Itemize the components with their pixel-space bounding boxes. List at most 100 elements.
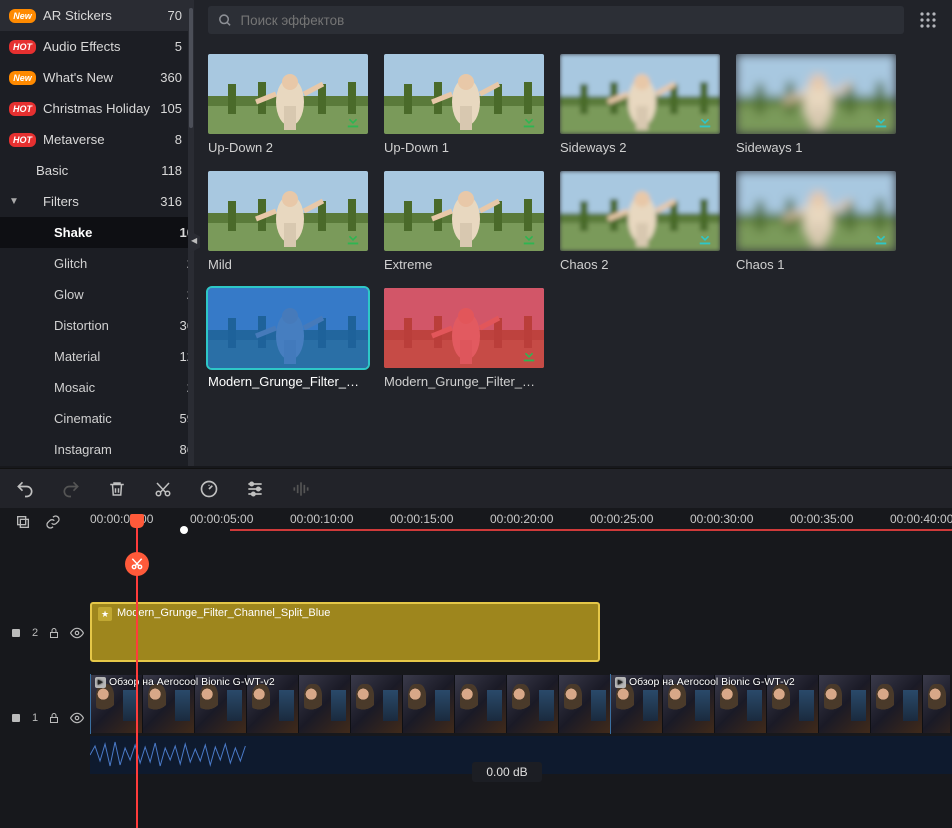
effect-label: Mild bbox=[208, 257, 368, 272]
eye-icon[interactable] bbox=[70, 711, 84, 725]
download-icon[interactable] bbox=[520, 229, 538, 247]
sidebar-sub-cinematic[interactable]: Cinematic59 bbox=[0, 403, 194, 434]
hot-badge: HOT bbox=[9, 40, 36, 54]
scissors-icon[interactable] bbox=[152, 478, 174, 500]
sidebar-sub-label: Material bbox=[54, 349, 180, 364]
copy-icon[interactable] bbox=[14, 513, 32, 531]
time-tick: 00:00:20:00 bbox=[490, 512, 553, 526]
effect-card[interactable]: Up-Down 2 bbox=[208, 54, 368, 155]
timeline-toolbar bbox=[0, 468, 952, 508]
sidebar-item-count: 118 bbox=[161, 163, 182, 178]
sidebar-item-christmas-holiday[interactable]: HOTChristmas Holiday105 bbox=[0, 93, 194, 124]
track-icon bbox=[10, 712, 22, 724]
track-effect[interactable]: 2 ★ Modern_Grunge_Filter_Channel_Split_B… bbox=[0, 600, 952, 666]
search-effects[interactable] bbox=[208, 6, 904, 34]
audio-db-label[interactable]: 0.00 dB bbox=[472, 762, 542, 782]
sidebar-sub-count: 2 bbox=[187, 256, 194, 271]
sidebar-sub-shake[interactable]: Shake10 bbox=[0, 217, 194, 248]
sidebar-sub-label: Mosaic bbox=[54, 380, 187, 395]
sidebar-sub-mosaic[interactable]: Mosaic2 bbox=[0, 372, 194, 403]
search-input[interactable] bbox=[241, 13, 895, 28]
sidebar-sub-count: 12 bbox=[180, 349, 194, 364]
effect-label: Chaos 2 bbox=[560, 257, 720, 272]
effect-thumbnail[interactable] bbox=[384, 54, 544, 134]
effect-card[interactable]: Chaos 1 bbox=[736, 171, 896, 272]
star-icon: ★ bbox=[98, 607, 112, 621]
sidebar-item-count: 316 bbox=[160, 194, 182, 209]
effect-card[interactable]: Mild bbox=[208, 171, 368, 272]
hot-badge: HOT bbox=[9, 102, 36, 116]
effect-thumbnail[interactable] bbox=[736, 171, 896, 251]
effect-card[interactable]: Modern_Grunge_Filter_Channel_Split_Blue bbox=[208, 288, 368, 389]
download-icon[interactable] bbox=[872, 112, 890, 130]
lock-icon[interactable] bbox=[48, 712, 60, 724]
download-icon[interactable] bbox=[696, 229, 714, 247]
download-icon[interactable] bbox=[344, 112, 362, 130]
sidebar: NewAR Stickers70HOTAudio Effects5NewWhat… bbox=[0, 0, 194, 466]
sidebar-sub-label: Instagram bbox=[54, 442, 180, 457]
download-icon[interactable] bbox=[872, 229, 890, 247]
track-label: 2 bbox=[32, 627, 38, 639]
effect-card[interactable]: Sideways 1 bbox=[736, 54, 896, 155]
sidebar-item-audio-effects[interactable]: HOTAudio Effects5 bbox=[0, 31, 194, 62]
effect-card[interactable]: Sideways 2 bbox=[560, 54, 720, 155]
sidebar-item-basic[interactable]: Basic118 bbox=[0, 155, 194, 186]
sidebar-sub-label: Cinematic bbox=[54, 411, 180, 426]
adjustments-icon[interactable] bbox=[244, 478, 266, 500]
effect-card[interactable]: Extreme bbox=[384, 171, 544, 272]
eye-icon[interactable] bbox=[70, 626, 84, 640]
track-video[interactable]: 1 ▶Обзор на Aerocool Bionic G-WT-v2 ▶Обз… bbox=[0, 670, 952, 766]
chevron-down-icon: ▼ bbox=[9, 196, 19, 207]
effect-thumbnail[interactable] bbox=[384, 288, 544, 368]
playhead[interactable] bbox=[136, 516, 138, 828]
redo-icon[interactable] bbox=[60, 478, 82, 500]
sidebar-item-count: 8 bbox=[175, 132, 182, 147]
effect-thumbnail[interactable] bbox=[384, 171, 544, 251]
effect-thumbnail[interactable] bbox=[560, 54, 720, 134]
sidebar-sub-glitch[interactable]: Glitch2 bbox=[0, 248, 194, 279]
effect-label: Extreme bbox=[384, 257, 544, 272]
sidebar-sub-material[interactable]: Material12 bbox=[0, 341, 194, 372]
sidebar-item-what-s-new[interactable]: NewWhat's New360 bbox=[0, 62, 194, 93]
effect-clip[interactable]: ★ Modern_Grunge_Filter_Channel_Split_Blu… bbox=[90, 602, 600, 662]
sidebar-item-label: Basic bbox=[36, 163, 161, 178]
video-clip[interactable]: ▶Обзор на Aerocool Bionic G-WT-v2 bbox=[610, 674, 950, 734]
link-icon[interactable] bbox=[44, 513, 62, 531]
sidebar-sub-distortion[interactable]: Distortion36 bbox=[0, 310, 194, 341]
sidebar-scrollbar-thumb[interactable] bbox=[189, 8, 193, 128]
download-icon[interactable] bbox=[520, 112, 538, 130]
sidebar-item-label: Christmas Holiday bbox=[43, 101, 160, 116]
sidebar-item-label: Filters bbox=[43, 194, 160, 209]
sidebar-item-ar-stickers[interactable]: NewAR Stickers70 bbox=[0, 0, 194, 31]
effect-thumbnail[interactable] bbox=[560, 171, 720, 251]
effect-thumbnail[interactable] bbox=[208, 54, 368, 134]
sidebar-sub-instagram[interactable]: Instagram86 bbox=[0, 434, 194, 465]
undo-icon[interactable] bbox=[14, 478, 36, 500]
effect-card[interactable]: Modern_Grunge_Filter_Channel_Split_Red bbox=[384, 288, 544, 389]
lock-icon[interactable] bbox=[48, 627, 60, 639]
sidebar-item-metaverse[interactable]: HOTMetaverse8 bbox=[0, 124, 194, 155]
sidebar-sub-glow[interactable]: Glow2 bbox=[0, 279, 194, 310]
time-tick: 00:00:25:00 bbox=[590, 512, 653, 526]
audio-wave-icon[interactable] bbox=[290, 478, 312, 500]
effect-card[interactable]: Up-Down 1 bbox=[384, 54, 544, 155]
sidebar-item-filters[interactable]: ▼ Filters316 bbox=[0, 186, 194, 217]
delete-icon[interactable] bbox=[106, 478, 128, 500]
effect-thumbnail[interactable] bbox=[736, 54, 896, 134]
sidebar-sub-label: Shake bbox=[54, 225, 180, 240]
download-icon[interactable] bbox=[696, 112, 714, 130]
time-ruler[interactable]: 00:00:00:0000:00:05:0000:00:10:0000:00:1… bbox=[86, 508, 952, 536]
effect-card[interactable]: Chaos 2 bbox=[560, 171, 720, 272]
download-icon[interactable] bbox=[520, 346, 538, 364]
grid-view-icon[interactable] bbox=[918, 10, 938, 30]
effect-thumbnail[interactable] bbox=[208, 171, 368, 251]
effect-thumbnail[interactable] bbox=[208, 288, 368, 368]
sidebar-sub-label: Glow bbox=[54, 287, 187, 302]
speed-icon[interactable] bbox=[198, 478, 220, 500]
video-clip[interactable]: ▶Обзор на Aerocool Bionic G-WT-v2 bbox=[90, 674, 610, 734]
hot-badge: HOT bbox=[9, 133, 36, 147]
download-icon[interactable] bbox=[344, 229, 362, 247]
effect-label: Chaos 1 bbox=[736, 257, 896, 272]
sidebar-item-label: What's New bbox=[43, 70, 160, 85]
sidebar-item-count: 70 bbox=[168, 8, 182, 23]
